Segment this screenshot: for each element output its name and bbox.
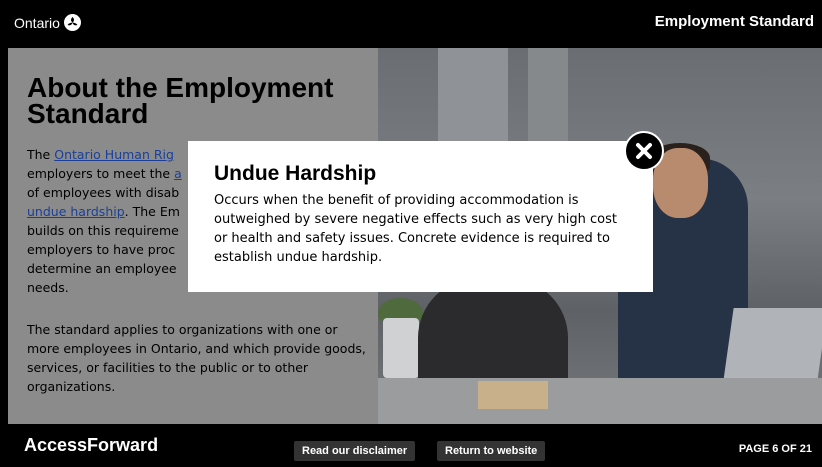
top-bar: Ontario Employment Standard (0, 0, 822, 48)
scope-paragraph: The standard applies to organizations wi… (27, 322, 366, 394)
page-title: About the Employment Standard (27, 72, 334, 129)
return-to-website-button[interactable]: Return to website (437, 441, 546, 461)
trillium-icon (63, 14, 81, 31)
ontario-logo[interactable]: Ontario (14, 14, 81, 31)
footer-bar: AccessForward Read our disclaimer Return… (0, 424, 822, 467)
glossary-popup: Undue Hardship Occurs when the benefit o… (188, 141, 653, 292)
close-popup-button[interactable] (624, 131, 664, 171)
undue-hardship-link[interactable]: undue hardship (27, 204, 125, 219)
read-disclaimer-button[interactable]: Read our disclaimer (294, 441, 416, 461)
accessforward-logo: AccessForward (24, 435, 159, 455)
popup-title: Undue Hardship (214, 162, 377, 185)
ontario-human-rights-code-link[interactable]: Ontario Human Rig (54, 147, 174, 162)
ontario-wordmark: Ontario (14, 14, 60, 31)
close-icon (636, 143, 652, 159)
accommodate-link[interactable]: a (174, 166, 182, 181)
course-title: Employment Standard (654, 13, 814, 30)
page-indicator: PAGE 6 OF 21 (738, 443, 812, 455)
popup-definition: Occurs when the benefit of providing acc… (214, 193, 617, 265)
